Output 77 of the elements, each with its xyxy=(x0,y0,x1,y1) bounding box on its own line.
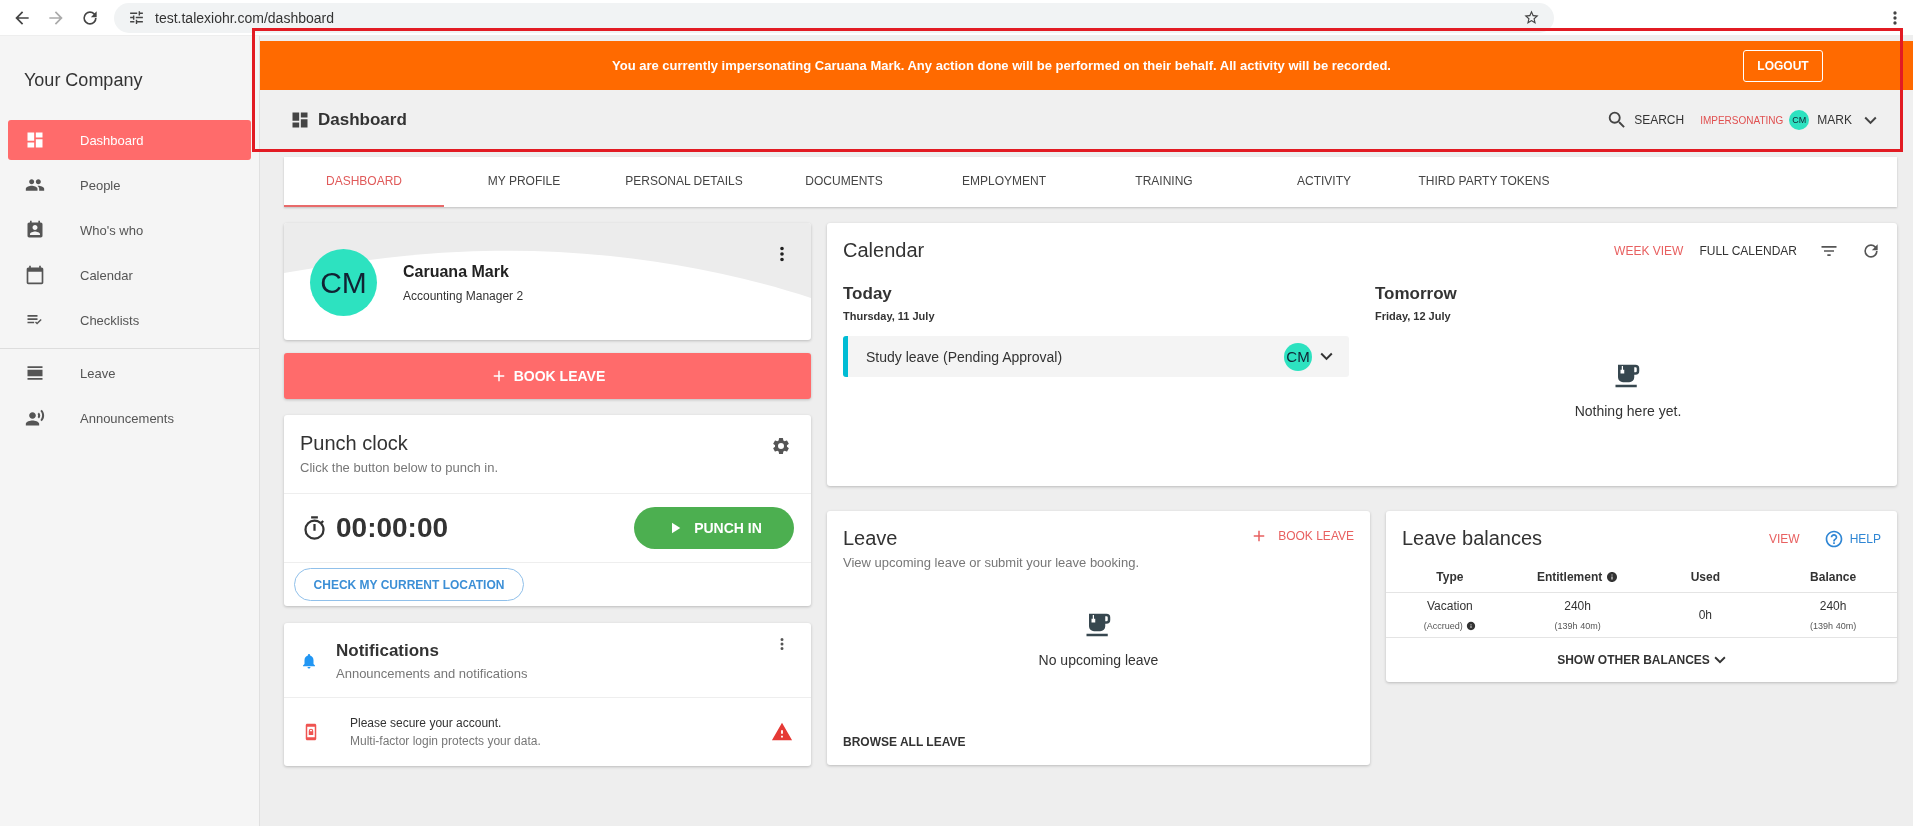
calendar-event[interactable]: Study leave (Pending Approval) CM xyxy=(843,336,1349,377)
nav-item[interactable]: Leave xyxy=(8,353,251,393)
empty-message: Nothing here yet. xyxy=(1574,403,1682,419)
day-date: Friday, 12 July xyxy=(1375,310,1452,322)
person-name: Caruana Mark xyxy=(403,262,510,281)
nav-badge-icon xyxy=(25,220,45,240)
stopwatch-icon xyxy=(301,514,328,542)
elapsed-time: 00:00:00 xyxy=(336,512,449,544)
search-button[interactable]: SEARCH xyxy=(1606,109,1685,131)
card-title: Punch clock xyxy=(300,432,409,455)
tab[interactable]: TRAINING xyxy=(1084,157,1244,207)
day-date: Thursday, 11 July xyxy=(843,310,936,322)
cell-note: (139h 40m) xyxy=(1554,621,1601,631)
info-icon xyxy=(1465,621,1476,631)
card-subtitle: Announcements and notifications xyxy=(336,666,528,681)
nav-calendar-icon xyxy=(25,265,45,285)
page-title: Dashboard xyxy=(318,110,407,130)
nav-item[interactable]: Calendar xyxy=(8,255,251,295)
chevron-down-icon xyxy=(1864,115,1877,125)
tab[interactable]: MY PROFILE xyxy=(444,157,604,207)
column-header: Used xyxy=(1690,570,1721,584)
avatar: CM xyxy=(1789,110,1810,130)
tab[interactable]: THIRD PARTY TOKENS xyxy=(1404,157,1564,207)
chevron-down-icon xyxy=(1320,352,1333,361)
url-text: test.talexiohr.com/dashboard xyxy=(155,9,334,26)
table-cell: 240h xyxy=(1564,599,1591,613)
table-cell: Vacation xyxy=(1426,599,1473,613)
table-cell: 0h xyxy=(1698,608,1713,622)
card-subtitle: Click the button below to punch in. xyxy=(300,460,498,475)
nav-item[interactable]: Who's who xyxy=(8,210,251,250)
impersonating-label: IMPERSONATING xyxy=(1700,114,1784,126)
tab[interactable]: DASHBOARD xyxy=(284,157,444,207)
help-icon xyxy=(1823,528,1844,549)
banner-message: You are currently impersonating Caruana Mark. Any action done will be performed on their behalf. All activity will be recorded. xyxy=(612,58,1391,73)
card-title: Leave balances xyxy=(1402,527,1543,550)
help-link[interactable]: HELP xyxy=(1823,528,1881,549)
cell-note: (Accrued) xyxy=(1423,621,1463,631)
tab[interactable]: PERSONAL DETAILS xyxy=(604,157,764,207)
browse-all-leave-link[interactable]: BROWSE ALL LEAVE xyxy=(843,735,1354,749)
card-title: Calendar xyxy=(843,239,925,262)
chevron-down-icon xyxy=(1713,656,1726,664)
empty-message: No upcoming leave xyxy=(1038,652,1159,668)
tab[interactable]: ACTIVITY xyxy=(1244,157,1404,207)
column-header: Entitlement xyxy=(1536,570,1603,584)
dashboard-icon xyxy=(290,110,310,130)
nav-item[interactable]: People xyxy=(8,165,251,205)
site-settings-icon[interactable] xyxy=(128,9,145,26)
bookmark-star-icon[interactable] xyxy=(1523,9,1540,26)
tab[interactable]: EMPLOYMENT xyxy=(924,157,1084,207)
company-name: Your Company xyxy=(23,70,144,91)
show-other-balances-button[interactable]: SHOW OTHER BALANCES xyxy=(1386,638,1897,682)
tab[interactable]: DOCUMENTS xyxy=(764,157,924,207)
day-title: Tomorrow xyxy=(1375,284,1458,304)
notification-text: Multi-factor login protects your data. xyxy=(350,734,541,748)
user-menu[interactable]: CM MARK xyxy=(1789,110,1877,130)
bell-icon xyxy=(300,652,318,670)
job-title: Accounting Manager 2 xyxy=(403,288,524,303)
nav-agenda-icon xyxy=(25,363,45,383)
info-icon xyxy=(1606,571,1619,583)
avatar: CM xyxy=(1284,342,1312,371)
table-cell: 240h xyxy=(1819,599,1847,613)
cell-note: (139h 40m) xyxy=(1810,621,1857,631)
column-header: Balance xyxy=(1810,570,1857,584)
avatar: CM xyxy=(310,249,377,316)
notification-title: Please secure your account. xyxy=(350,716,503,730)
card-subtitle: View upcoming leave or submit your leave booking. xyxy=(843,555,1140,570)
card-title: Leave xyxy=(843,527,899,550)
nav-item[interactable]: Checklists xyxy=(8,300,251,340)
settings-icon[interactable] xyxy=(771,436,791,456)
nav-voice-icon xyxy=(25,408,45,428)
column-header: Type xyxy=(1436,570,1464,584)
card-title: Notifications xyxy=(336,641,440,661)
nav-item[interactable]: Announcements xyxy=(8,398,251,438)
day-title: Today xyxy=(843,284,893,304)
nav-dashboard-icon xyxy=(25,130,45,150)
warning-icon xyxy=(771,721,793,743)
calendar-view-link[interactable]: FULL CALENDAR xyxy=(1699,243,1797,258)
